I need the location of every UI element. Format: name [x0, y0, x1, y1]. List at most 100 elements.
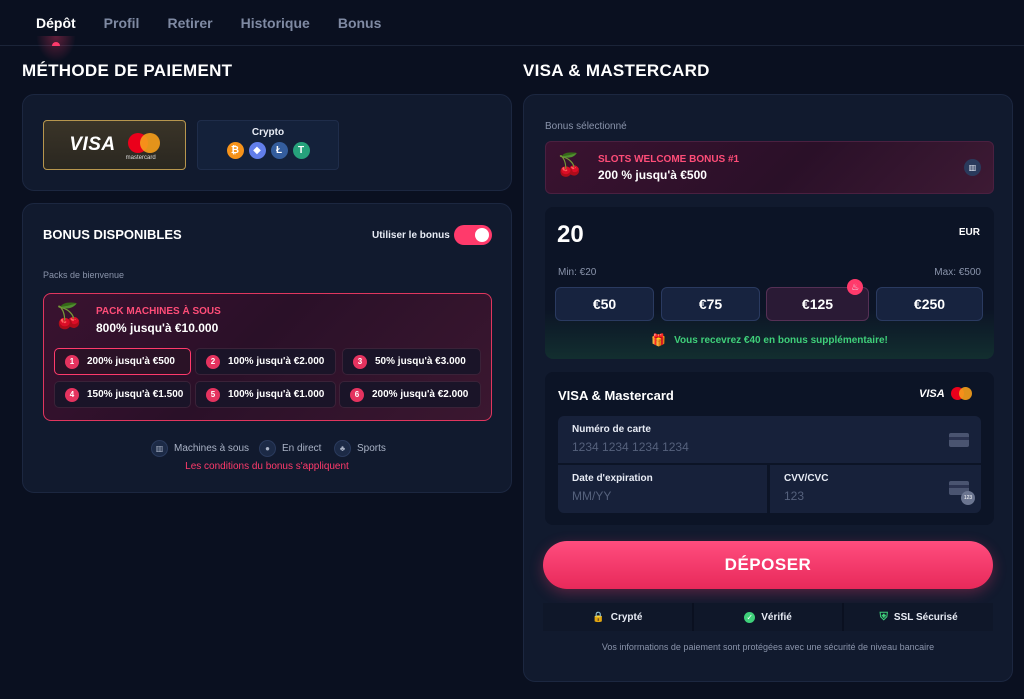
check-icon: ✓: [744, 611, 756, 623]
trust-badges: 🔒 Crypté ✓ Vérifié ⛨ SSL Sécurisé: [543, 603, 994, 631]
bonus-tier-4[interactable]: 4 150% jusqu'à €1.500: [54, 381, 191, 408]
mastercard-label: mastercard: [125, 155, 156, 161]
sports-icon: ♣: [334, 440, 351, 457]
bonus-tier-1[interactable]: 1 200% jusqu'à €500: [54, 348, 191, 375]
trust-verified: ✓ Vérifié: [693, 603, 845, 631]
trust-label: SSL Sécurisé: [893, 611, 958, 623]
mastercard-icon: [951, 387, 973, 401]
currency-label: EUR: [958, 227, 980, 238]
tier-text: 50% jusqu'à €3.000: [375, 356, 466, 367]
selected-bonus-title: SLOTS WELCOME BONUS #1: [598, 154, 740, 165]
bonus-conditions-link[interactable]: Les conditions du bonus s'appliquent: [23, 461, 511, 472]
card-number-field[interactable]: Numéro de carte 1234 1234 1234 1234: [558, 416, 981, 463]
deposit-button[interactable]: DÉPOSER: [543, 541, 993, 589]
category-label: En direct: [282, 443, 322, 454]
max-amount: Max: €500: [934, 267, 981, 278]
bonus-panel: BONUS DISPONIBLES Utiliser le bonus Pack…: [22, 203, 512, 493]
cherry-icon: 🍒: [54, 303, 84, 330]
bonus-tier-6[interactable]: 6 200% jusqu'à €2.000: [339, 381, 481, 408]
selected-bonus-card[interactable]: 🍒 SLOTS WELCOME BONUS #1 200 % jusqu'à €…: [545, 141, 994, 194]
selected-bonus-subtitle: 200 % jusqu'à €500: [598, 168, 707, 182]
expiry-field[interactable]: Date d'expiration MM/YY: [558, 465, 767, 513]
category-live: ● En direct: [259, 440, 321, 457]
trust-ssl: ⛨ SSL Sécurisé: [844, 603, 994, 631]
tab-historique[interactable]: Historique: [241, 0, 310, 46]
top-nav: Dépôt Profil Retirer Historique Bonus: [0, 0, 1024, 62]
amount-input[interactable]: 20: [557, 221, 584, 249]
visa-mastercard-method[interactable]: VISA mastercard: [43, 120, 186, 170]
use-bonus-label: Utiliser le bonus: [372, 230, 450, 241]
tier-text: 150% jusqu'à €1.500: [87, 389, 184, 400]
tab-retirer[interactable]: Retirer: [167, 0, 212, 46]
quick-amount-250[interactable]: €250: [876, 287, 983, 321]
selected-bonus-label: Bonus sélectionné: [545, 121, 627, 132]
tier-number: 3: [353, 354, 367, 369]
expiry-label: Date d'expiration: [572, 473, 653, 484]
card-section-title: VISA & Mastercard: [558, 388, 674, 403]
slots-pack-card[interactable]: 🍒 PACK MACHINES À SOUS 800% jusqu'à €10.…: [43, 293, 492, 421]
use-bonus-toggle[interactable]: [454, 225, 492, 245]
bonus-tier-5[interactable]: 5 100% jusqu'à €1.000: [195, 381, 336, 408]
security-note: Vos informations de paiement sont protég…: [601, 642, 935, 652]
quick-amount-75[interactable]: €75: [661, 287, 760, 321]
litecoin-icon: Ł: [270, 142, 288, 159]
slot-machine-icon: ▥: [151, 440, 168, 457]
quick-amount-50[interactable]: €50: [555, 287, 654, 321]
card-section: VISA & Mastercard VISA Numéro de carte 1…: [545, 372, 994, 525]
credit-card-icon: [949, 433, 969, 447]
tier-number: 5: [206, 387, 220, 402]
bonus-tier-3[interactable]: 3 50% jusqu'à €3.000: [342, 348, 481, 375]
ethereum-icon: ◆: [248, 142, 266, 159]
pack-subtitle: 800% jusqu'à €10.000: [96, 321, 219, 335]
trust-label: Vérifié: [761, 611, 792, 623]
fire-icon: ♨: [847, 279, 863, 295]
payment-methods-panel: VISA mastercard Crypto ₿ ◆ Ł T: [22, 94, 512, 191]
bonus-note-text: Vous recevrez €40 en bonus supplémentair…: [674, 334, 888, 346]
tier-number: 2: [206, 354, 220, 369]
payment-method-title: MÉTHODE DE PAIEMENT: [22, 61, 233, 80]
tier-number: 4: [65, 387, 79, 402]
tab-profil[interactable]: Profil: [104, 0, 140, 46]
crypto-label: Crypto: [251, 127, 285, 138]
shield-icon: ⛨: [879, 610, 888, 623]
tier-text: 100% jusqu'à €1.000: [228, 389, 325, 400]
amount-section: 20 EUR Min: €20 Max: €500 €50 €75 €125 ♨…: [545, 207, 994, 359]
live-icon: ●: [259, 440, 276, 457]
tier-text: 200% jusqu'à €500: [87, 356, 175, 367]
tier-text: 100% jusqu'à €2.000: [228, 356, 325, 367]
cvv-label: CVV/CVC: [784, 473, 829, 484]
bitcoin-icon: ₿: [226, 142, 244, 159]
welcome-packs-label: Packs de bienvenue: [43, 270, 125, 280]
trust-encrypted: 🔒 Crypté: [543, 603, 694, 631]
cherry-icon: 🍒: [556, 152, 584, 177]
lock-icon: 🔒: [592, 611, 605, 623]
cvv-badge: 123: [961, 491, 975, 505]
pack-title: PACK MACHINES À SOUS: [96, 306, 221, 317]
tab-depot[interactable]: Dépôt: [35, 0, 76, 62]
tab-bonus[interactable]: Bonus: [338, 0, 382, 46]
card-number-label: Numéro de carte: [572, 424, 651, 435]
category-slots: ▥ Machines à sous: [151, 440, 249, 457]
category-label: Machines à sous: [174, 443, 250, 454]
min-amount: Min: €20: [558, 267, 597, 278]
deposit-panel: Bonus sélectionné 🍒 SLOTS WELCOME BONUS …: [523, 94, 1013, 682]
tier-number: 6: [350, 387, 364, 402]
category-sports: ♣ Sports: [334, 440, 386, 457]
gift-icon: 🎁: [651, 333, 667, 347]
slot-machine-icon: ▥: [964, 159, 981, 176]
bonus-tier-2[interactable]: 2 100% jusqu'à €2.000: [195, 348, 336, 375]
tether-icon: T: [292, 142, 310, 159]
tier-text: 200% jusqu'à €2.000: [372, 389, 469, 400]
mastercard-icon: mastercard: [126, 133, 160, 161]
cvv-field[interactable]: CVV/CVC 123 123: [770, 465, 981, 513]
bonus-available-title: BONUS DISPONIBLES: [43, 227, 182, 242]
cvv-placeholder: 123: [784, 489, 805, 503]
visa-logo: VISA: [69, 134, 116, 155]
bonus-note: 🎁 Vous recevrez €40 en bonus supplémenta…: [545, 333, 994, 347]
expiry-placeholder: MM/YY: [572, 489, 612, 503]
trust-label: Crypté: [610, 611, 643, 623]
tier-number: 1: [65, 354, 79, 369]
category-label: Sports: [357, 443, 386, 454]
visa-mastercard-title: VISA & MASTERCARD: [523, 61, 710, 80]
crypto-method[interactable]: Crypto ₿ ◆ Ł T: [197, 120, 339, 170]
